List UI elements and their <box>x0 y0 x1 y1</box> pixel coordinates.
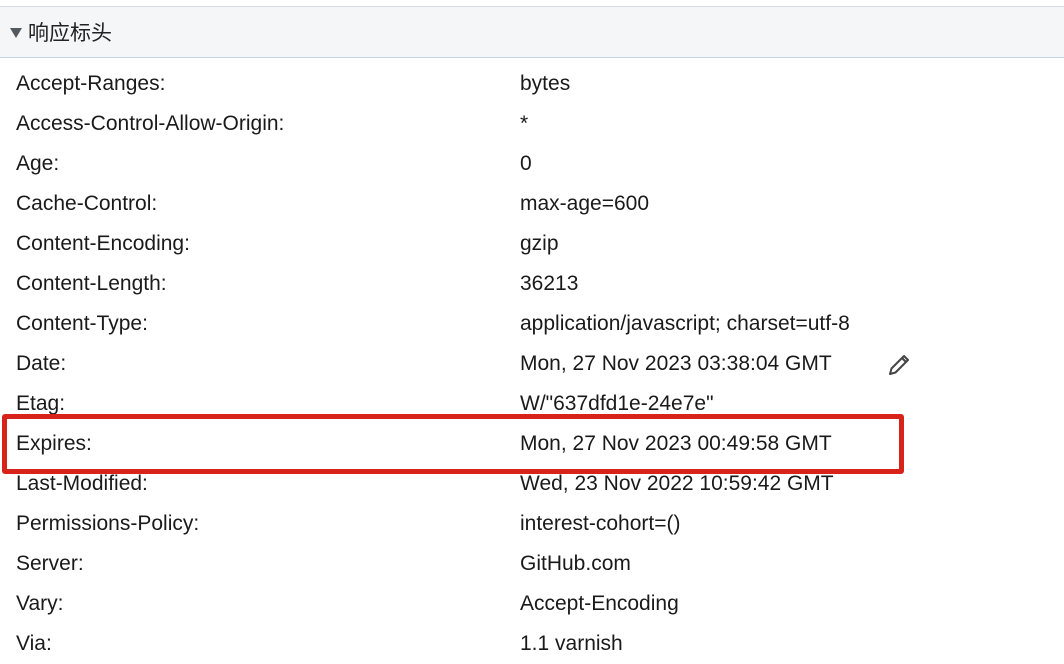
header-name: Via: <box>16 632 52 655</box>
header-name: Content-Length: <box>16 272 167 295</box>
header-value: 36213 <box>520 272 579 295</box>
header-name: Cache-Control: <box>16 192 158 215</box>
header-value: Mon, 27 Nov 2023 00:49:58 GMT <box>520 432 832 455</box>
header-value: GitHub.com <box>520 552 631 575</box>
header-row: Accept-Ranges: bytes <box>0 64 1064 104</box>
section-title: 响应标头 <box>28 21 112 45</box>
header-row: Etag: W/"637dfd1e-24e7e" <box>0 384 1064 424</box>
header-name: Last-Modified: <box>16 472 148 495</box>
header-name: Content-Type: <box>16 312 148 335</box>
header-value: Wed, 23 Nov 2022 10:59:42 GMT <box>520 472 834 495</box>
header-row: Content-Length: 36213 <box>0 264 1064 304</box>
header-name: Permissions-Policy: <box>16 512 200 535</box>
header-row: Permissions-Policy: interest-cohort=() <box>0 504 1064 544</box>
header-value: max-age=600 <box>520 192 650 215</box>
header-row-date: Date: Mon, 27 Nov 2023 03:38:04 GMT <box>0 344 1064 384</box>
header-name: Expires: <box>16 432 92 455</box>
header-name: Vary: <box>16 592 64 615</box>
header-name: Accept-Ranges: <box>16 72 166 95</box>
header-name: Age: <box>16 152 60 175</box>
header-name: Date: <box>16 352 67 375</box>
response-headers-section-header[interactable]: 响应标头 <box>0 7 1064 58</box>
header-value: Accept-Encoding <box>520 592 679 615</box>
header-value: application/javascript; charset=utf-8 <box>520 312 850 335</box>
header-value: 1.1 varnish <box>520 632 623 655</box>
header-row: Access-Control-Allow-Origin: * <box>0 104 1064 144</box>
header-value: bytes <box>520 72 571 95</box>
header-value: interest-cohort=() <box>520 512 681 535</box>
pencil-icon[interactable] <box>887 353 913 377</box>
header-row: Content-Type: application/javascript; ch… <box>0 304 1064 344</box>
header-row-expires: Expires: Mon, 27 Nov 2023 00:49:58 GMT <box>0 424 1064 464</box>
header-value: 0 <box>520 152 532 175</box>
header-row: Cache-Control: max-age=600 <box>0 184 1064 224</box>
header-value: W/"637dfd1e-24e7e" <box>520 392 714 415</box>
header-value: * <box>520 112 529 135</box>
header-value: gzip <box>520 232 559 255</box>
header-row: Content-Encoding: gzip <box>0 224 1064 264</box>
header-name: Server: <box>16 552 84 575</box>
headers-list: Accept-Ranges: bytes Access-Control-Allo… <box>0 64 1064 664</box>
header-row: Server: GitHub.com <box>0 544 1064 584</box>
header-row: Last-Modified: Wed, 23 Nov 2022 10:59:42… <box>0 464 1064 504</box>
header-name: Access-Control-Allow-Origin: <box>16 112 285 135</box>
header-name: Content-Encoding: <box>16 232 190 255</box>
header-name: Etag: <box>16 392 66 415</box>
header-row: Age: 0 <box>0 144 1064 184</box>
header-value: Mon, 27 Nov 2023 03:38:04 GMT <box>520 352 832 375</box>
triangle-down-icon[interactable] <box>10 28 22 38</box>
header-row: Vary: Accept-Encoding <box>0 584 1064 624</box>
header-row: Via: 1.1 varnish <box>0 624 1064 664</box>
